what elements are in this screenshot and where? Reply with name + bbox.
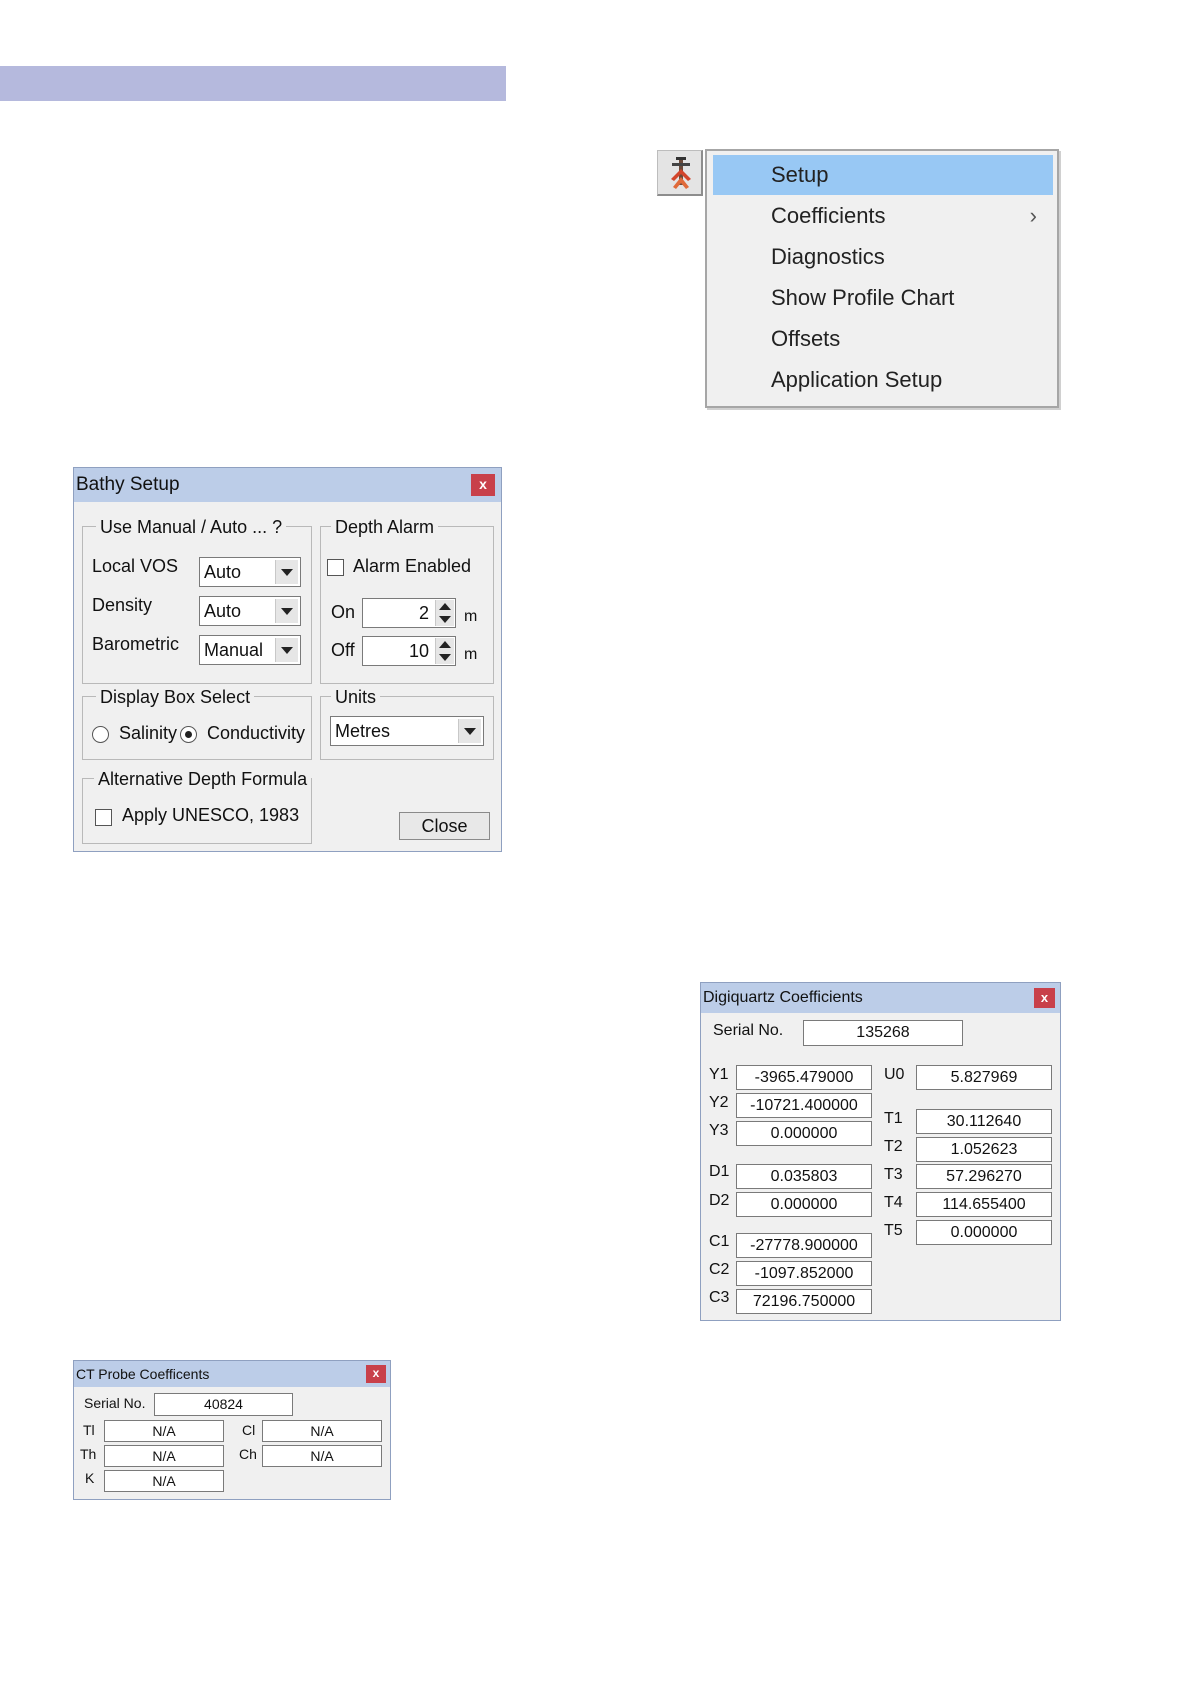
coef-label-c1: C1: [709, 1233, 730, 1250]
window-title: CT Probe Coefficents: [76, 1366, 210, 1382]
unit-label: m: [464, 608, 478, 625]
coef-field-y3[interactable]: 0.000000: [736, 1121, 872, 1146]
coef-label-y2: Y2: [709, 1094, 729, 1111]
ct-probe-window: CT Probe Coefficents x Serial No. 40824 …: [73, 1360, 391, 1500]
group-legend: Units: [331, 687, 381, 707]
apply-unesco-label: Apply UNESCO, 1983: [122, 805, 300, 825]
salinity-radio[interactable]: [92, 726, 109, 743]
coef-label-y1: Y1: [709, 1066, 729, 1083]
coef-field-y2[interactable]: -10721.400000: [736, 1093, 872, 1118]
menu-item-setup[interactable]: Setup: [713, 155, 1053, 195]
menu-item-diagnostics[interactable]: Diagnostics: [713, 237, 1053, 277]
coef-label-c2: C2: [709, 1261, 730, 1278]
app-menu-button[interactable]: [657, 150, 703, 196]
apply-unesco-checkbox[interactable]: [95, 809, 112, 826]
group-legend: Use Manual / Auto ... ?: [96, 517, 287, 537]
coef-label-th: Th: [80, 1446, 97, 1462]
close-button[interactable]: Close: [399, 812, 490, 840]
conductivity-label: Conductivity: [207, 723, 306, 743]
digiquartz-window: Digiquartz Coefficients x Serial No. 135…: [700, 982, 1061, 1321]
coef-field-tl[interactable]: N/A: [104, 1420, 224, 1442]
coef-label-u0: U0: [884, 1066, 905, 1083]
window-titlebar[interactable]: CT Probe Coefficents: [74, 1361, 390, 1387]
coef-field-t5[interactable]: 0.000000: [916, 1220, 1052, 1245]
coef-label-d1: D1: [709, 1163, 730, 1180]
unit-label: m: [464, 646, 478, 663]
coef-label-t5: T5: [884, 1222, 903, 1239]
units-select[interactable]: Metres: [330, 716, 484, 746]
spinner-arrows-icon[interactable]: [435, 600, 454, 626]
menu-item-show-profile-chart[interactable]: Show Profile Chart: [713, 278, 1053, 318]
barometric-select[interactable]: Manual: [199, 635, 301, 665]
coef-label-d2: D2: [709, 1192, 730, 1209]
coef-field-d1[interactable]: 0.035803: [736, 1164, 872, 1189]
coef-label-cl: Cl: [242, 1422, 256, 1438]
coef-label-c3: C3: [709, 1289, 730, 1306]
chevron-down-icon[interactable]: [458, 719, 481, 743]
coef-field-ch[interactable]: N/A: [262, 1445, 382, 1467]
serial-label: Serial No.: [713, 1022, 784, 1039]
alarm-off-label: Off: [331, 640, 355, 660]
serial-field[interactable]: 40824: [154, 1393, 293, 1416]
coef-field-cl[interactable]: N/A: [262, 1420, 382, 1442]
serial-label: Serial No.: [84, 1395, 146, 1411]
coef-field-u0[interactable]: 5.827969: [916, 1065, 1052, 1090]
conductivity-radio[interactable]: [180, 726, 197, 743]
coef-field-t3[interactable]: 57.296270: [916, 1164, 1052, 1189]
window-title: Digiquartz Coefficients: [703, 989, 863, 1006]
alarm-enabled-label: Alarm Enabled: [353, 556, 472, 576]
coef-field-c1[interactable]: -27778.900000: [736, 1233, 872, 1258]
coef-label-t2: T2: [884, 1138, 903, 1155]
coef-label-k: K: [85, 1470, 95, 1486]
alarm-on-label: On: [331, 602, 356, 622]
chevron-down-icon[interactable]: [275, 638, 298, 662]
coef-field-t1[interactable]: 30.112640: [916, 1109, 1052, 1134]
menu-item-coefficients[interactable]: Coefficients ›: [713, 196, 1053, 236]
coef-label-tl: Tl: [83, 1422, 95, 1438]
local-vos-label: Local VOS: [92, 556, 179, 576]
alarm-on-spinner[interactable]: 2: [362, 598, 456, 628]
coef-field-d2[interactable]: 0.000000: [736, 1192, 872, 1217]
coef-field-c3[interactable]: 72196.750000: [736, 1289, 872, 1314]
group-legend: Alternative Depth Formula: [94, 769, 312, 789]
alarm-enabled-checkbox[interactable]: [327, 559, 344, 576]
context-menu: Setup Coefficients › Diagnostics Show Pro…: [705, 149, 1059, 408]
window-titlebar[interactable]: Bathy Setup: [74, 468, 501, 502]
coef-field-th[interactable]: N/A: [104, 1445, 224, 1467]
spinner-arrows-icon[interactable]: [435, 638, 454, 664]
coef-field-y1[interactable]: -3965.479000: [736, 1065, 872, 1090]
group-legend: Depth Alarm: [331, 517, 439, 537]
serial-field[interactable]: 135268: [803, 1020, 963, 1046]
chevron-down-icon[interactable]: [275, 560, 298, 584]
menu-item-offsets[interactable]: Offsets: [713, 319, 1053, 359]
coef-label-t3: T3: [884, 1166, 903, 1183]
local-vos-select[interactable]: Auto: [199, 557, 301, 587]
chevron-down-icon[interactable]: [275, 599, 298, 623]
group-legend: Display Box Select: [96, 687, 255, 707]
close-icon[interactable]: x: [366, 1365, 386, 1383]
window-title: Bathy Setup: [76, 474, 180, 495]
close-icon[interactable]: x: [1034, 988, 1055, 1008]
density-select[interactable]: Auto: [199, 596, 301, 626]
coef-field-k[interactable]: N/A: [104, 1470, 224, 1492]
coef-label-t1: T1: [884, 1110, 903, 1127]
coef-label-t4: T4: [884, 1194, 903, 1211]
menu-item-application-setup[interactable]: Application Setup: [713, 360, 1053, 400]
coef-field-t2[interactable]: 1.052623: [916, 1137, 1052, 1162]
section-header-banner: [0, 66, 506, 101]
close-icon[interactable]: x: [471, 474, 495, 496]
window-titlebar[interactable]: Digiquartz Coefficients: [701, 983, 1060, 1013]
salinity-label: Salinity: [119, 723, 178, 743]
coef-label-ch: Ch: [239, 1446, 257, 1462]
probe-app-icon: [671, 157, 691, 189]
coef-label-y3: Y3: [709, 1122, 729, 1139]
bathy-setup-window: Bathy Setup x Use Manual / Auto ... ? Lo…: [73, 467, 502, 852]
coef-field-t4[interactable]: 114.655400: [916, 1192, 1052, 1217]
alarm-off-spinner[interactable]: 10: [362, 636, 456, 666]
chevron-right-icon: ›: [1029, 203, 1037, 228]
density-label: Density: [92, 595, 153, 615]
barometric-label: Barometric: [92, 634, 180, 654]
coef-field-c2[interactable]: -1097.852000: [736, 1261, 872, 1286]
